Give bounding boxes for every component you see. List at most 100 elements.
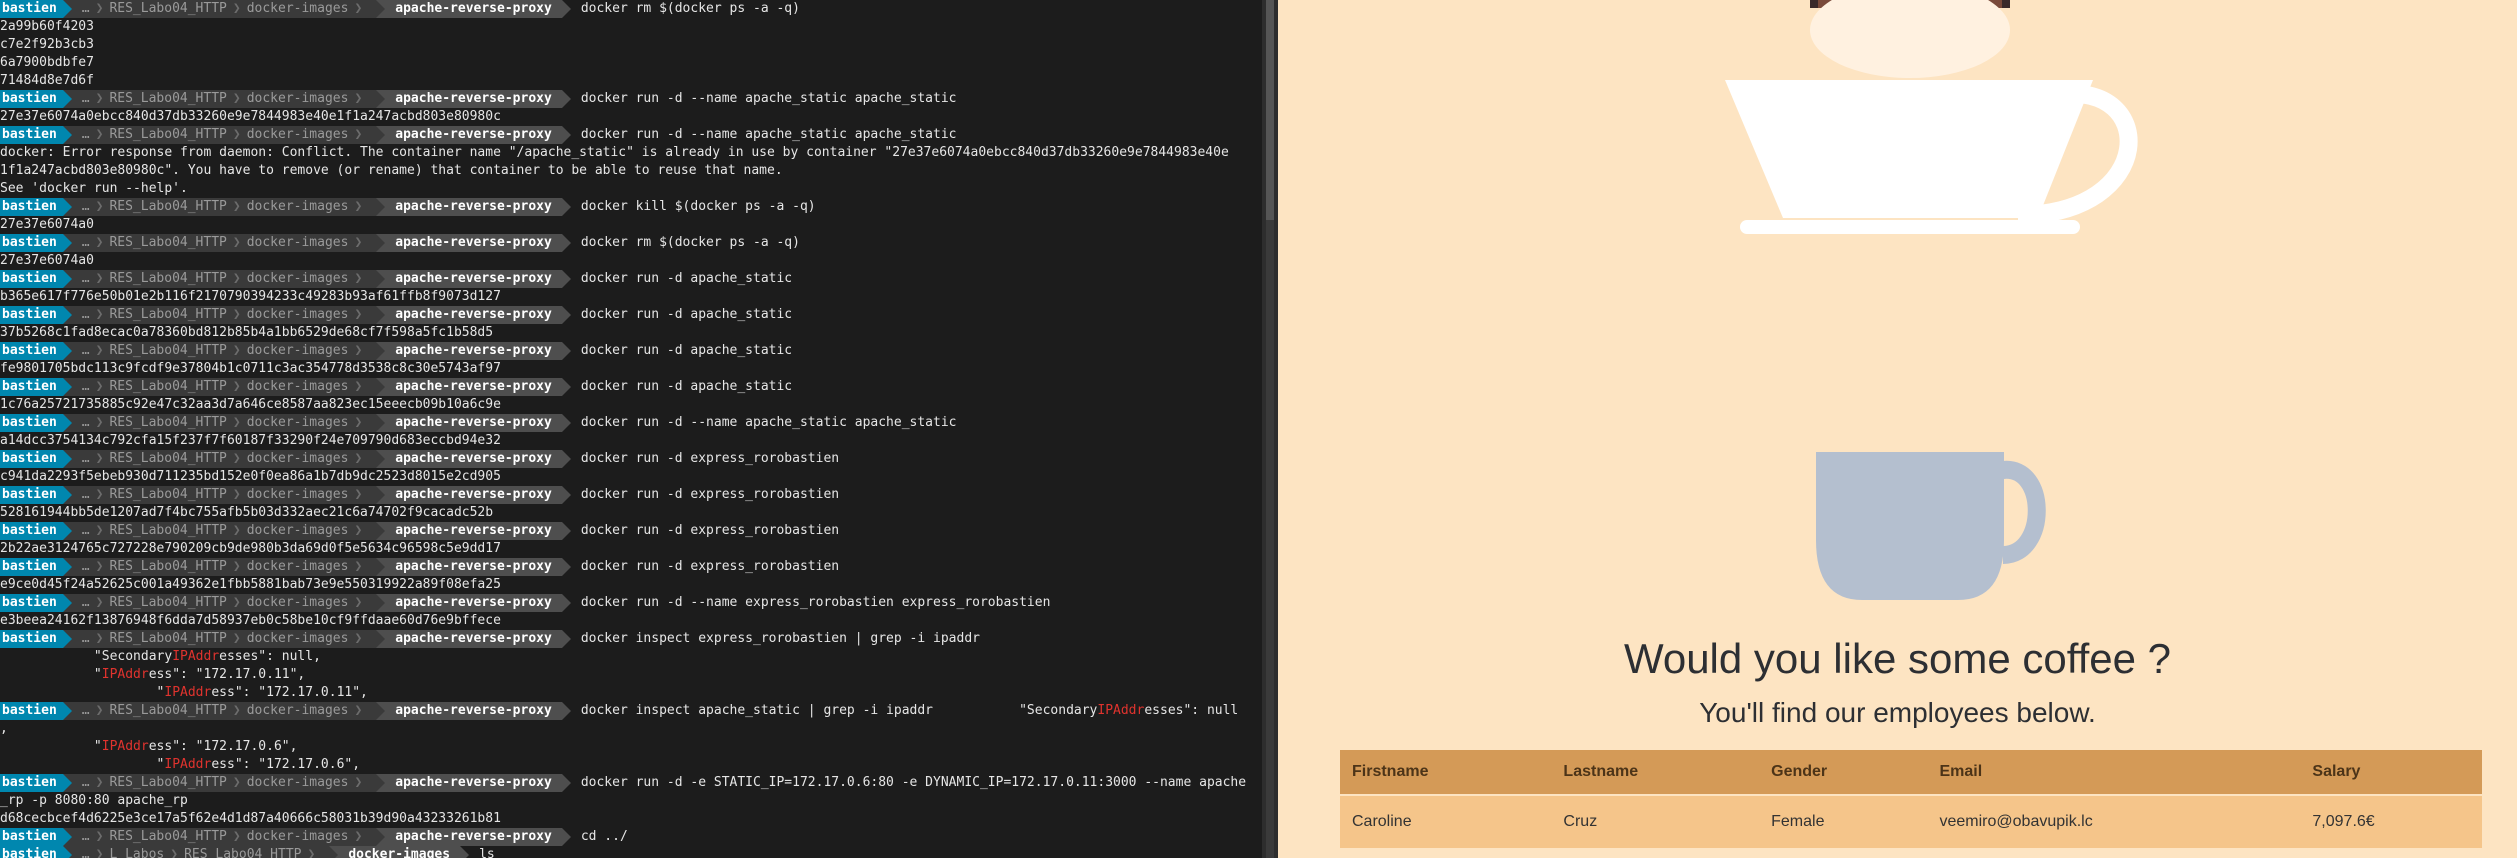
mug-body	[1816, 452, 2004, 600]
prompt-path-segment: …	[81, 595, 90, 610]
prompt-separator-arrow	[62, 630, 72, 648]
prompt-separator-arrow	[561, 774, 571, 792]
prompt-path-segment: RES_Labo04_HTTP	[109, 271, 227, 286]
prompt-current-dir: apache-reverse-proxy	[385, 630, 562, 648]
prompt-separator-arrow	[561, 306, 571, 324]
prompt-separator-arrow	[62, 522, 72, 540]
path-chevron-icon: ❯	[232, 199, 241, 214]
prompt-path-segment: RES_Labo04_HTTP	[109, 343, 227, 358]
terminal-prompt-line: bastien … ❯ RES_Labo04_HTTP ❯ docker-images ❯ a…	[0, 828, 628, 846]
path-chevron-icon: ❯	[232, 775, 241, 790]
prompt-path-segment: …	[81, 847, 90, 858]
terminal-command: docker run -d --name apache_static apach…	[580, 415, 957, 430]
prompt-user: bastien	[0, 342, 63, 360]
path-chevron-icon: ❯	[354, 829, 363, 844]
prompt-separator-arrow	[561, 558, 571, 576]
path-chevron-icon: ❯	[232, 703, 241, 718]
terminal-prompt-line: bastien … ❯ RES_Labo04_HTTP ❯ docker-images ❯ a…	[0, 486, 839, 504]
prompt-separator-arrow	[376, 594, 386, 612]
prompt-path-segment: RES_Labo04_HTTP	[109, 487, 227, 502]
prompt-user: bastien	[0, 0, 63, 18]
terminal-prompt-line: bastien … ❯ RES_Labo04_HTTP ❯ docker-images ❯ a…	[0, 270, 792, 288]
prompt-path-segment: RES_Labo04_HTTP	[109, 1, 227, 16]
terminal-output-line: e9ce0d45f24a52625c001a49362e1fbb5881bab7…	[0, 577, 501, 592]
prompt-separator-arrow	[62, 378, 72, 396]
prompt-path: … ❯ L_Labos ❯ RES_Labo04_HTTP ❯	[71, 846, 330, 858]
terminal-output-line: b365e617f776e50b01e2b116f2170790394233c4…	[0, 289, 501, 304]
table-cell-gender: Female	[1759, 794, 1928, 848]
prompt-user: bastien	[0, 126, 63, 144]
path-chevron-icon: ❯	[95, 127, 104, 142]
prompt-current-dir: apache-reverse-proxy	[385, 702, 562, 720]
split-divider[interactable]	[1262, 0, 1278, 858]
grep-match: IPAddr	[172, 649, 220, 664]
prompt-separator-arrow	[62, 342, 72, 360]
grep-match: IPAddr	[164, 757, 212, 772]
path-chevron-icon: ❯	[232, 559, 241, 574]
path-chevron-icon: ❯	[95, 829, 104, 844]
terminal-output-line: 6a7900bdbfe7	[0, 55, 94, 70]
prompt-current-dir: apache-reverse-proxy	[385, 0, 562, 18]
prompt-user: bastien	[0, 90, 63, 108]
terminal-command: cd ../	[580, 829, 628, 844]
path-chevron-icon: ❯	[95, 523, 104, 538]
terminal-scrollbar-thumb[interactable]	[1266, 0, 1274, 220]
path-chevron-icon: ❯	[354, 415, 363, 430]
terminal-command: docker kill $(docker ps -a -q)	[580, 199, 816, 214]
prompt-separator-arrow	[62, 90, 72, 108]
terminal-window[interactable]: bastien … ❯ RES_Labo04_HTTP ❯ docker-images ❯ a…	[0, 0, 1262, 858]
column-header-gender: Gender	[1759, 750, 1928, 795]
path-chevron-icon: ❯	[354, 595, 363, 610]
terminal-prompt-line: bastien … ❯ RES_Labo04_HTTP ❯ docker-images ❯ a…	[0, 0, 800, 18]
table-cell-email: veemiro@obavupik.lc	[1927, 794, 2301, 848]
path-chevron-icon: ❯	[354, 523, 363, 538]
grep-match: IPAddr	[164, 685, 212, 700]
prompt-current-dir: apache-reverse-proxy	[385, 234, 562, 252]
prompt-separator-arrow	[561, 414, 571, 432]
path-chevron-icon: ❯	[354, 127, 363, 142]
prompt-path-segment: …	[81, 559, 90, 574]
output-text: "	[0, 757, 165, 772]
prompt-path-segment: docker-images	[246, 235, 349, 250]
prompt-separator-arrow	[376, 342, 386, 360]
terminal-prompt-line: bastien … ❯ L_Labos ❯ RES_Labo04_HTTP ❯ docker-…	[0, 846, 495, 858]
prompt-user: bastien	[0, 594, 63, 612]
column-header-firstname: Firstname	[1340, 750, 1552, 795]
path-chevron-icon: ❯	[354, 199, 363, 214]
prompt-user: bastien	[0, 846, 63, 858]
path-chevron-icon: ❯	[232, 1, 241, 16]
prompt-path-segment: docker-images	[246, 307, 349, 322]
terminal-prompt-line: bastien … ❯ RES_Labo04_HTTP ❯ docker-images ❯ a…	[0, 774, 1246, 792]
prompt-path-segment: docker-images	[246, 487, 349, 502]
path-chevron-icon: ❯	[354, 235, 363, 250]
table-row: Caroline Cruz Female veemiro@obavupik.lc 7,0…	[1340, 794, 2482, 848]
prompt-separator-arrow	[62, 828, 72, 846]
prompt-current-dir: apache-reverse-proxy	[385, 270, 562, 288]
prompt-path-segment: …	[81, 703, 90, 718]
path-chevron-icon: ❯	[232, 487, 241, 502]
terminal-output-line: 27e37e6074a0ebcc840d37db33260e9e7844983e…	[0, 109, 501, 124]
prompt-path-segment: docker-images	[246, 271, 349, 286]
terminal-output-line: _rp -p 8080:80 apache_rp	[0, 793, 188, 808]
terminal-command: docker rm $(docker ps -a -q)	[580, 235, 800, 250]
prompt-path: … ❯ RES_Labo04_HTTP ❯ docker-images ❯	[71, 702, 377, 720]
column-header-email: Email	[1927, 750, 2301, 795]
prompt-path-segment: …	[81, 415, 90, 430]
prompt-path-segment: …	[81, 199, 90, 214]
prompt-separator-arrow	[376, 0, 386, 18]
prompt-separator-arrow	[376, 828, 386, 846]
terminal-output-line: "SecondaryIPAddresses": null,	[0, 648, 321, 666]
prompt-separator-arrow	[62, 270, 72, 288]
terminal-output-line: 2a99b60f4203	[0, 19, 94, 34]
prompt-path-segment: RES_Labo04_HTTP	[109, 775, 227, 790]
prompt-separator-arrow	[62, 594, 72, 612]
prompt-path: … ❯ RES_Labo04_HTTP ❯ docker-images ❯	[71, 630, 377, 648]
prompt-user: bastien	[0, 198, 63, 216]
terminal-command: docker inspect express_rorobastien | gre…	[580, 631, 980, 646]
prompt-separator-arrow	[62, 486, 72, 504]
prompt-separator-arrow	[62, 558, 72, 576]
output-text: ess": "172.17.0.11",	[148, 667, 306, 682]
column-header-lastname: Lastname	[1551, 750, 1760, 795]
prompt-separator-arrow	[62, 846, 72, 858]
terminal-prompt-line: bastien … ❯ RES_Labo04_HTTP ❯ docker-images ❯ a…	[0, 594, 1050, 612]
